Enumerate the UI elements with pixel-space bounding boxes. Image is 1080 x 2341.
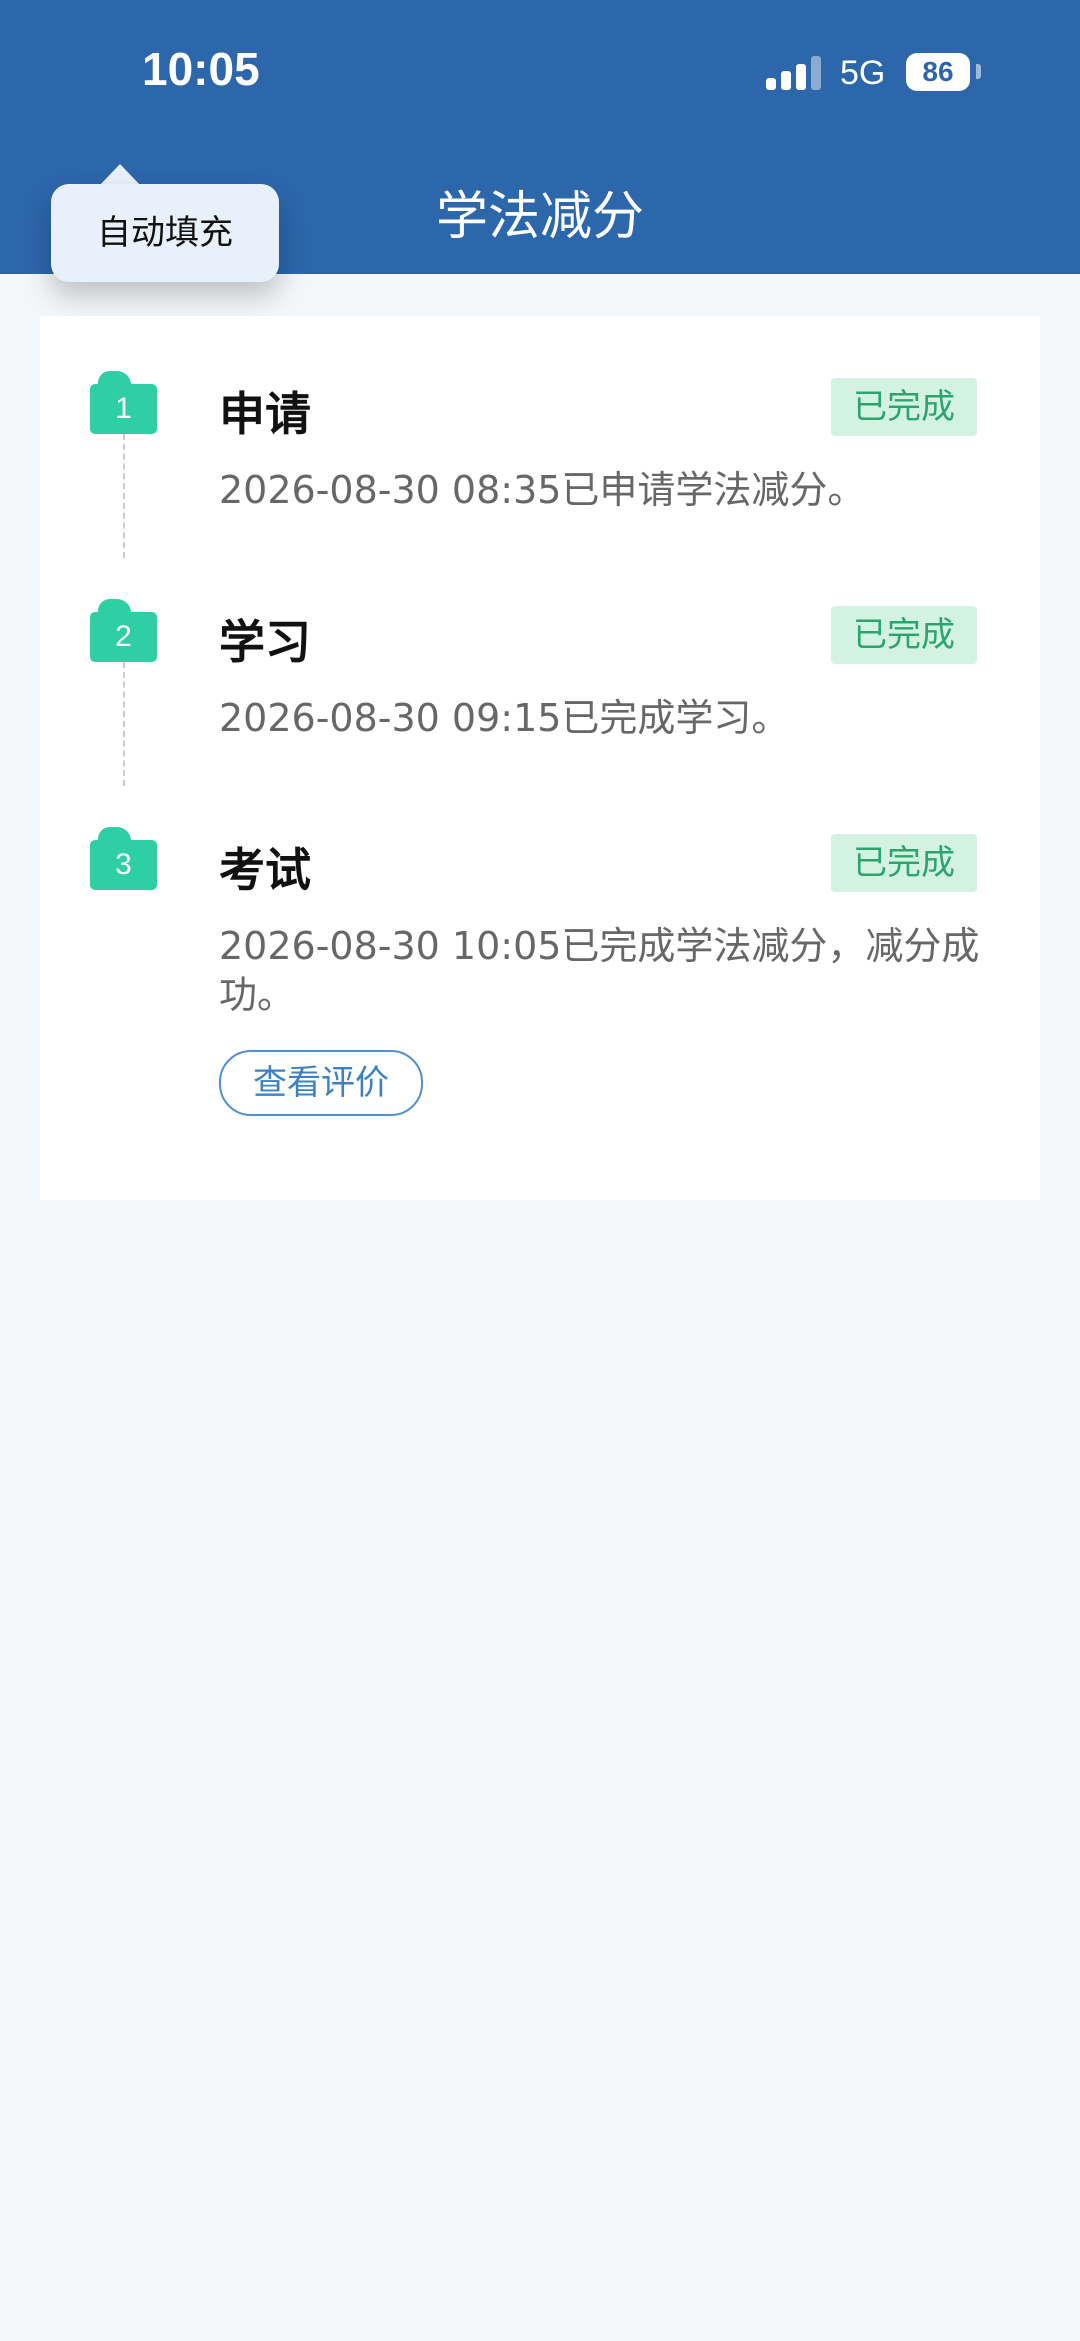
status-badge: 已完成 [831,378,977,436]
status-time: 10:05 [142,43,260,95]
autofill-button[interactable]: 自动填充 [51,184,279,282]
step-title: 考试 [219,843,311,897]
step-description: 2026-08-30 09:15已完成学习。 [219,696,790,740]
autofill-arrow [100,164,140,185]
step-title: 申请 [219,387,311,441]
step-number-badge: 3 [90,827,157,890]
battery-tip [976,64,981,79]
view-review-button[interactable]: 查看评价 [219,1050,423,1116]
network-type: 5G [840,54,886,92]
step-number-badge: 2 [90,599,157,662]
progress-card: 1 申请 已完成 2026-08-30 08:35已申请学法减分。 2 学习 已… [40,316,1040,1200]
status-badge: 已完成 [831,834,977,892]
signal-icon [766,56,822,90]
battery-level: 86 [922,56,954,87]
step-description: 2026-08-30 10:05已完成学法减分，减分成功。 [219,924,980,1017]
step-title: 学习 [219,615,311,669]
step-connector [123,434,125,558]
step-connector [123,662,125,786]
battery-icon: 86 [906,53,970,91]
step-number-badge: 1 [90,371,157,434]
status-badge: 已完成 [831,606,977,664]
step-description: 2026-08-30 08:35已申请学法减分。 [219,468,866,512]
